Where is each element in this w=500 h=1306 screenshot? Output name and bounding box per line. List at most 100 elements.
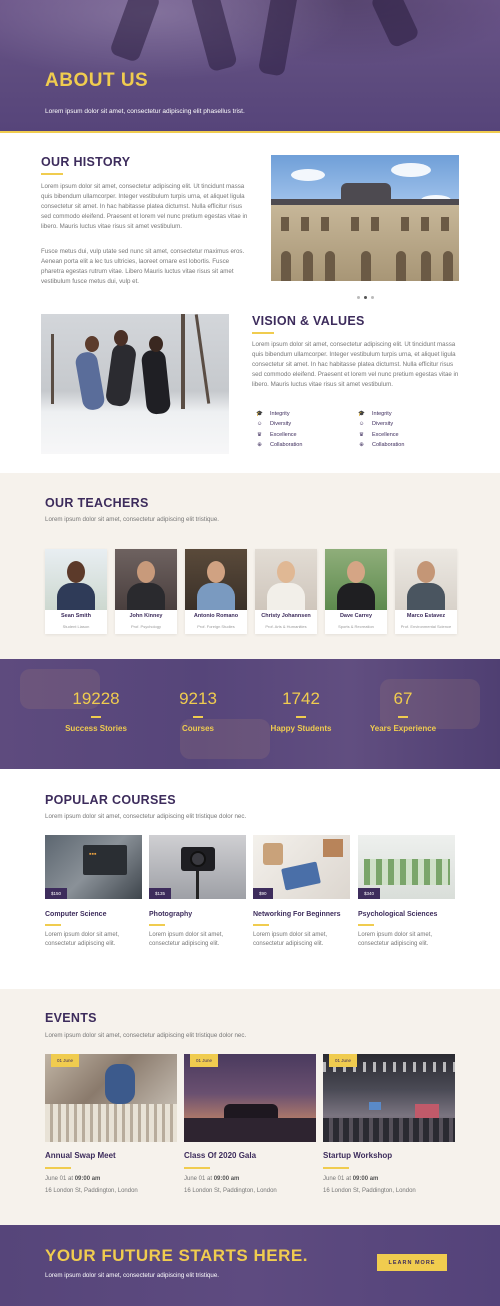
cta-section: YOUR FUTURE STARTS HERE. Lorem ipsum dol… [0,1225,500,1306]
teacher-role: Prof. Foreign Studies [197,624,235,629]
history-section: OUR HISTORY Lorem ipsum dolor sit amet, … [0,133,500,473]
course-description: Lorem ipsum dolor sit amet, consectetur … [253,932,328,947]
hero-subtitle: Lorem ipsum dolor sit amet, consectetur … [45,108,245,115]
stat-number: 9213 [179,689,217,708]
carousel-dots[interactable] [357,286,378,304]
event-image: 01 June [45,1054,177,1142]
trophy-icon: ♛ [359,431,364,438]
value-item: ♛ Excellence [359,431,399,438]
teacher-card[interactable]: Christy Johannsen Prof. Arts & Humanitie… [255,549,317,634]
courses-title: POPULAR COURSES [45,793,176,807]
teacher-name: Sean Smith [61,613,91,619]
value-item: ♛ Excellence [257,431,297,438]
teacher-name: Antonio Romano [193,613,239,619]
event-card[interactable]: 01 June Class Of 2020 Gala June 01 at 09… [184,1054,316,1194]
hero-section: ABOUT US Lorem ipsum dolor sit amet, con… [0,0,500,133]
course-description: Lorem ipsum dolor sit amet, consectetur … [358,932,433,947]
price-badge: $150 [45,888,68,899]
course-title[interactable]: Computer Science [45,909,142,920]
teachers-title: OUR TEACHERS [45,496,149,510]
course-card[interactable]: ▪▪▪ $150 Computer Science Lorem ipsum do… [45,835,142,949]
course-accent-line [358,924,374,926]
history-paragraph: Lorem ipsum dolor sit amet, consectetur … [41,183,248,230]
stat-label: Happy Students [270,723,332,733]
course-image: ▪▪▪ $150 [45,835,142,899]
teacher-role: Prof. Psychology [130,624,161,629]
course-card[interactable]: $340 Psychological Sciences Lorem ipsum … [358,835,455,949]
users-icon: ☺ [358,421,365,428]
history-paragraph: Fusce metus dui, vulp utate sed nunc sit… [41,248,245,285]
values-list: 🎓 Integrity ☺ Diversity ♛ Excellence ⊕ Colla… [358,409,404,450]
carousel-dot[interactable] [364,296,367,299]
stat-counter: 67 Years Experience [353,689,453,733]
vision-accent-line [252,332,274,334]
value-item: 🎓 Integrity [256,411,290,418]
events-subtitle: Lorem ipsum dolor sit amet, consectetur … [45,1032,247,1039]
teachers-subtitle: Lorem ipsum dolor sit amet, consectetur … [45,516,220,523]
course-image: $340 [358,835,455,899]
stat-label: Courses [181,723,214,733]
cta-title: YOUR FUTURE STARTS HERE. [45,1246,308,1265]
value-item: ⊕ Collaboration [359,442,405,449]
course-title[interactable]: Photography [149,909,246,920]
event-card[interactable]: 01 June Startup Workshop June 01 at 09:0… [323,1054,455,1194]
teacher-photo [395,549,457,610]
stat-divider [398,716,408,718]
teacher-name: Christy Johannsen [261,613,311,619]
teacher-photo [325,549,387,610]
teacher-card[interactable]: John Kinney Prof. Psychology [115,549,177,634]
stat-number: 1742 [282,689,320,708]
teacher-role: Prof. Arts & Humanities [265,624,307,629]
event-datetime: June 01 at 09:00 am [184,1176,240,1182]
courses-section: POPULAR COURSES Lorem ipsum dolor sit am… [0,769,500,989]
event-date-badge: 01 June [190,1054,219,1067]
course-card[interactable]: $90 Networking For Beginners Lorem ipsum… [253,835,350,949]
carousel-dot[interactable] [371,296,374,299]
compass-icon: ⊕ [359,442,364,449]
event-address: 16 London St, Paddington, London [45,1188,138,1194]
teacher-card[interactable]: Antonio Romano Prof. Foreign Studies [185,549,247,634]
event-card[interactable]: 01 June Annual Swap Meet June 01 at 09:0… [45,1054,177,1194]
teacher-photo [255,549,317,610]
teacher-card[interactable]: Dave Carrey Sports & Recreation [325,549,387,634]
event-title[interactable]: Annual Swap Meet [45,1151,177,1160]
values-list: 🎓 Integrity ☺ Diversity ♛ Excellence ⊕ Colla… [256,409,302,450]
event-address: 16 London St, Paddington, London [184,1188,277,1194]
stat-label: Years Experience [369,723,437,733]
teachers-section: OUR TEACHERS Lorem ipsum dolor sit amet,… [0,473,500,659]
history-title: OUR HISTORY [41,155,131,169]
stat-divider [193,716,203,718]
graduation-cap-icon: 🎓 [256,411,263,418]
teacher-photo [115,549,177,610]
teacher-name: Dave Carrey [339,613,373,619]
course-description: Lorem ipsum dolor sit amet, consectetur … [149,932,224,947]
cta-subtitle: Lorem ipsum dolor sit amet, consectetur … [45,1272,220,1279]
vision-title: VISION & VALUES [252,314,365,328]
event-title[interactable]: Class Of 2020 Gala [184,1151,316,1160]
course-image: $135 [149,835,246,899]
teacher-photo [185,549,247,610]
course-accent-line [149,924,165,926]
stat-counter: 9213 Courses [148,689,248,733]
course-card[interactable]: $135 Photography Lorem ipsum dolor sit a… [149,835,246,949]
event-datetime: June 01 at 09:00 am [323,1176,379,1182]
learn-more-button[interactable]: LEARN MORE [377,1254,447,1271]
teacher-card[interactable]: Marco Estavez Prof. Environmental Scienc… [395,549,457,634]
teacher-card[interactable]: Sean Smith Student Liason [45,549,107,634]
teacher-cards: Sean Smith Student Liason John Kinney Pr… [45,549,457,634]
stat-divider [91,716,101,718]
price-badge: $135 [149,888,172,899]
teacher-role: Sports & Recreation [338,624,374,629]
course-description: Lorem ipsum dolor sit amet, consectetur … [45,932,120,947]
price-badge: $340 [358,888,381,899]
course-title[interactable]: Networking For Beginners [253,909,350,920]
event-datetime: June 01 at 09:00 am [45,1176,101,1182]
carousel-dot[interactable] [357,296,360,299]
value-item: ☺ Diversity [256,421,292,428]
history-accent-line [41,173,63,175]
event-title[interactable]: Startup Workshop [323,1151,455,1160]
value-item: ⊕ Collaboration [257,442,303,449]
compass-icon: ⊕ [257,442,262,449]
stat-number: 19228 [72,689,120,708]
course-title[interactable]: Psychological Sciences [358,909,455,920]
